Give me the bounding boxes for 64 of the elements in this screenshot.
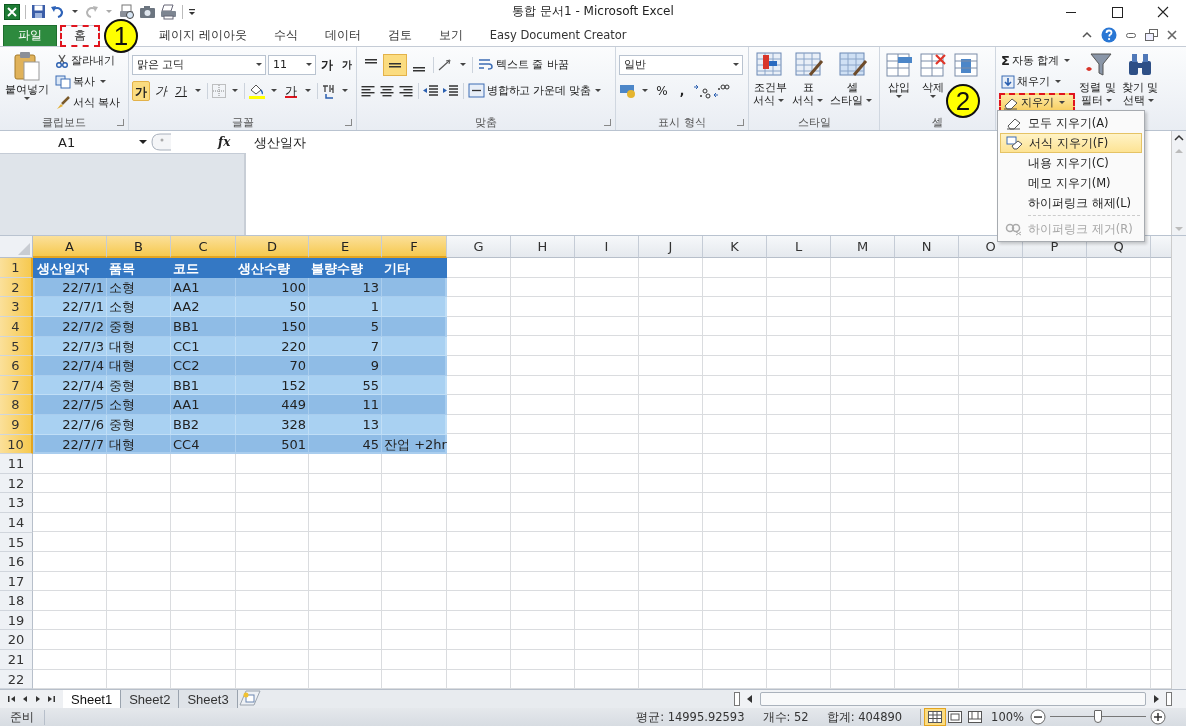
table-header-cell: 기타 [382,258,447,278]
table-cell: 50 [236,297,309,317]
table-cell: 중형 [107,414,171,435]
table-cell: 5 [309,317,382,337]
table-cell: 449 [236,395,309,415]
status-text: 평균: 14995.92593 [636,709,745,725]
table-cell: 100 [236,277,309,298]
table-cell: 13 [309,414,382,435]
table-cell: 501 [236,434,309,455]
table-cell: 11 [309,395,382,415]
group-label: 표시 형식 [658,114,706,130]
table-cell: 22/7/3 [33,336,107,357]
table-cell: CC2 [171,356,236,376]
table-cell: 소형 [107,297,171,317]
table-cell: 22/7/1 [33,277,107,298]
table-cell: 22/7/4 [33,356,107,376]
table-cell: 22/7/7 [33,434,107,455]
table-cell: AA1 [171,395,236,415]
table-cell: 70 [236,356,309,376]
table-cell: 대형 [107,356,171,376]
table-cell: 7 [309,336,382,357]
window-title: 통합 문서1 - Microsoft Excel [512,3,674,21]
table-cell: 중형 [107,375,171,396]
table-cell: 13 [309,277,382,298]
table-cell: 45 [309,434,382,455]
table-cell: 328 [236,414,309,435]
table-header-cell: 코드 [171,258,236,278]
table-cell: 22/7/2 [33,317,107,337]
table-cell: 대형 [107,336,171,357]
table-cell: 9 [309,356,382,376]
status-text: 개수: 52 [762,709,809,725]
table-cell: 152 [236,375,309,396]
table-cell: 소형 [107,277,171,298]
table-cell: 150 [236,317,309,337]
table-header-cell: 생산일자 [33,258,107,278]
table-cell: AA2 [171,297,236,317]
group-label: 맞춤 [475,114,497,130]
table-cell: 잔업 +2hr [382,434,447,455]
table-cell: 22/7/6 [33,414,107,435]
table-cell: 대형 [107,434,171,455]
table-cell: CC1 [171,336,236,357]
table-cell: BB1 [171,375,236,396]
table-cell: BB1 [171,317,236,337]
table-header-cell: 생산수량 [236,258,309,278]
table-header-cell: 품목 [107,258,171,278]
table-cell: CC4 [171,434,236,455]
table-cell: 220 [236,336,309,357]
table-header-cell: 불량수량 [309,258,382,278]
group-label: 스타일 [797,114,831,130]
callout-badge: 1 [104,18,138,53]
table-cell: 55 [309,375,382,396]
table-cell: AA1 [171,277,236,298]
group-label: 글꼴 [231,114,254,130]
group-label: 클립보드 [42,114,86,130]
table-cell: 22/7/1 [33,297,107,317]
table-cell: 22/7/5 [33,395,107,415]
table-cell: 중형 [107,317,171,337]
table-cell: 소형 [107,395,171,415]
table-cell: 1 [309,297,382,317]
table-cell: BB2 [171,414,236,435]
group-label: 셀 [932,114,943,130]
status-text: 합계: 404890 [826,709,903,725]
table-cell: 22/7/4 [33,375,107,396]
status-text: 준비 [0,709,45,725]
